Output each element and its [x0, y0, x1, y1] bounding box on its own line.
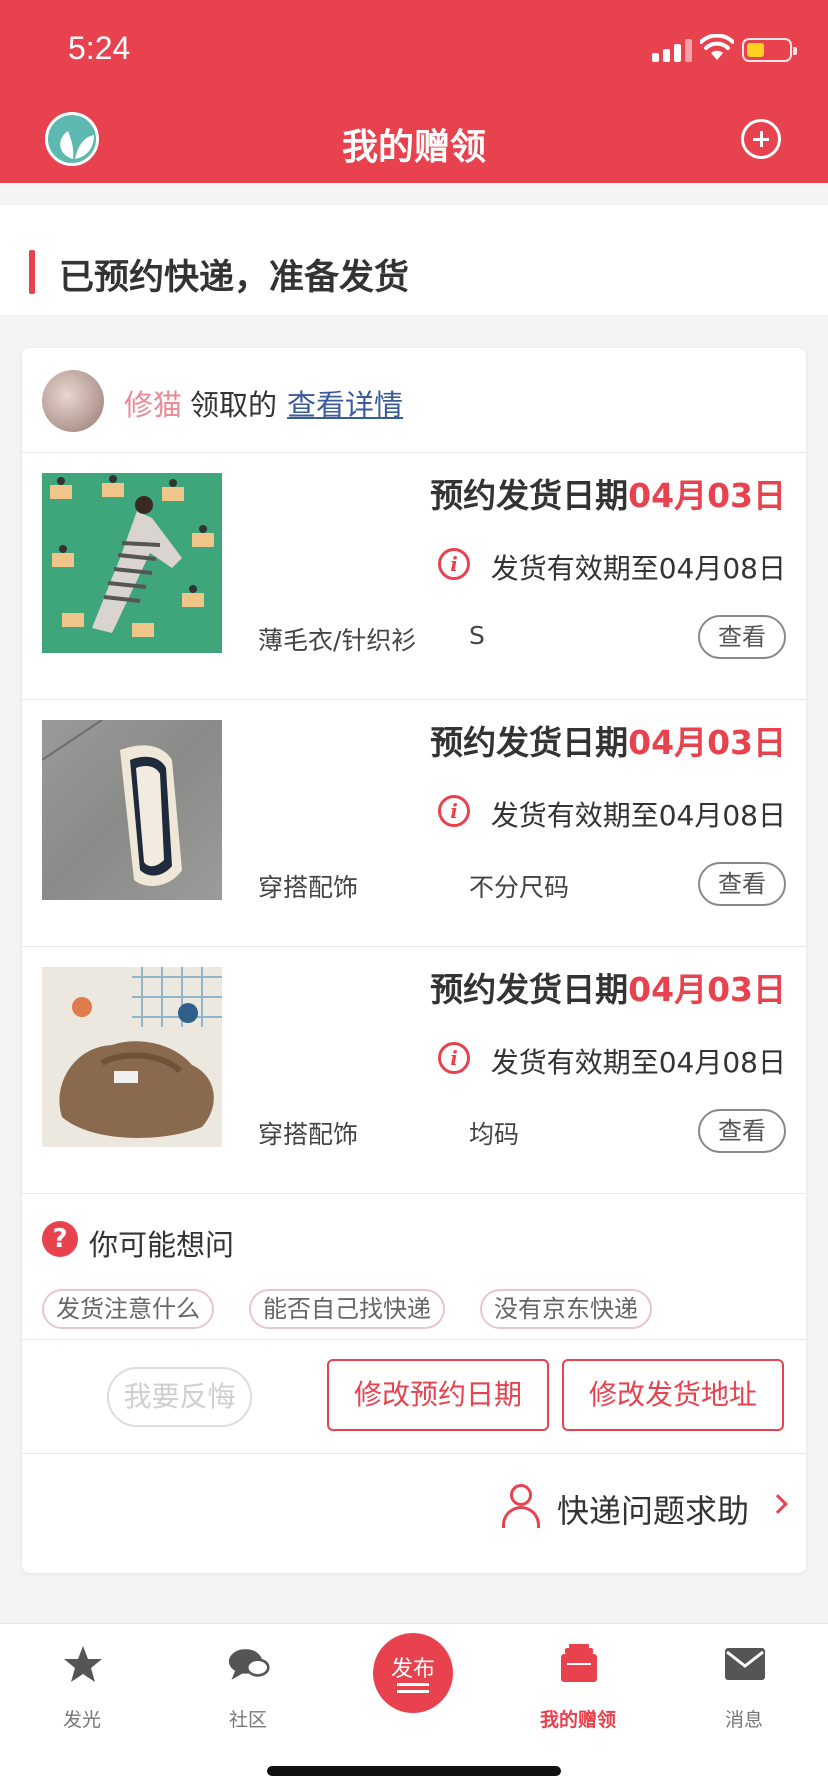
status-time: 5:24: [68, 30, 131, 66]
star-icon: [64, 1646, 102, 1682]
item-thumbnail[interactable]: [42, 967, 222, 1147]
claimer-name[interactable]: 修猫: [124, 388, 182, 422]
tab-community[interactable]: 社区: [178, 1624, 318, 1734]
view-button[interactable]: 查看: [698, 1109, 786, 1153]
person-icon: [502, 1484, 540, 1530]
app-header: 5:24 我的赠领: [0, 0, 828, 183]
item-size: 不分尺码: [469, 873, 570, 902]
nav-bar: 我的赠领: [0, 96, 828, 183]
item-category: 薄毛衣/针织衫: [258, 626, 417, 655]
battery-icon: [742, 38, 797, 62]
section-accent-bar: [29, 250, 35, 294]
list-item: 预约发货日期04月03日 i 发货有效期至04月08日 薄毛衣/针织衫 S 查看: [22, 453, 806, 700]
envelope-icon: [725, 1648, 765, 1680]
item-category: 穿搭配饰: [258, 1120, 359, 1149]
question-icon: ?: [42, 1221, 78, 1257]
action-buttons-row: 我要反悔 修改预约日期 修改发货地址: [22, 1340, 806, 1454]
section-title: 已预约快递，准备发货: [59, 258, 410, 298]
info-icon: i: [438, 1042, 470, 1074]
add-circle-icon[interactable]: [741, 119, 781, 159]
order-card: 修猫 领取的 查看详情 预约发货日期04月03日 i 发货有效期至04月08日 薄毛…: [22, 348, 806, 1573]
info-icon: i: [438, 795, 470, 827]
faq-section: ? 你可能想问 发货注意什么 能否自己找快递 没有京东快递: [22, 1195, 806, 1340]
tab-label: 发光: [62, 1709, 101, 1731]
menu-lines-icon: [397, 1683, 429, 1686]
view-details-link[interactable]: 查看详情: [287, 388, 403, 422]
publish-label: 发布: [390, 1657, 435, 1682]
scheduled-ship-date: 预约发货日期04月03日: [430, 970, 786, 1009]
ship-validity-text: 发货有效期至04月08日: [490, 799, 786, 832]
status-bar: 5:24: [0, 0, 828, 96]
view-button[interactable]: 查看: [698, 862, 786, 906]
tab-label: 社区: [228, 1709, 267, 1731]
wifi-icon: [700, 34, 734, 60]
claimer-action-text: 领取的: [190, 388, 278, 422]
faq-chip[interactable]: 能否自己找快递: [249, 1289, 445, 1329]
item-category: 穿搭配饰: [258, 873, 359, 902]
cellular-signal-icon: [652, 38, 696, 62]
info-icon: i: [438, 548, 470, 580]
scheduled-ship-date: 预约发货日期04月03日: [430, 476, 786, 515]
shipping-help-label: 快递问题求助: [557, 1492, 750, 1530]
tab-label: 我的赠领: [539, 1709, 616, 1731]
tab-label: 消息: [724, 1709, 763, 1731]
faq-chip[interactable]: 没有京东快递: [480, 1289, 652, 1329]
tab-messages[interactable]: 消息: [674, 1624, 814, 1734]
page-title: 我的赠领: [341, 127, 486, 168]
change-date-button[interactable]: 修改预约日期: [327, 1359, 549, 1431]
shipping-help-row[interactable]: 快递问题求助: [22, 1454, 806, 1573]
item-size: 均码: [469, 1120, 520, 1149]
gift-box-icon: [561, 1644, 597, 1682]
tab-faguang[interactable]: 发光: [12, 1624, 152, 1734]
item-thumbnail[interactable]: [42, 720, 222, 900]
ship-validity-text: 发货有效期至04月08日: [490, 1046, 786, 1079]
tab-my-gifts[interactable]: 我的赠领: [508, 1624, 648, 1734]
chevron-right-icon: [768, 1494, 788, 1514]
ship-validity-text: 发货有效期至04月08日: [490, 552, 786, 585]
faq-title: 你可能想问: [89, 1228, 235, 1262]
avatar[interactable]: [42, 370, 104, 432]
regret-button[interactable]: 我要反悔: [107, 1367, 252, 1427]
scheduled-ship-date: 预约发货日期04月03日: [430, 723, 786, 762]
chat-bubbles-icon: [228, 1649, 270, 1680]
item-size: S: [469, 621, 485, 650]
publish-button[interactable]: 发布: [373, 1633, 453, 1713]
list-item: 预约发货日期04月03日 i 发货有效期至04月08日 穿搭配饰 均码 查看: [22, 947, 806, 1194]
home-indicator[interactable]: [267, 1766, 561, 1776]
faq-chip[interactable]: 发货注意什么: [42, 1289, 214, 1329]
change-address-button[interactable]: 修改发货地址: [562, 1359, 784, 1431]
view-button[interactable]: 查看: [698, 615, 786, 659]
claimer-row: 修猫 领取的 查看详情: [22, 348, 806, 453]
claimer-info: 修猫 领取的 查看详情: [124, 382, 403, 424]
item-thumbnail[interactable]: [42, 473, 222, 653]
list-item: 预约发货日期04月03日 i 发货有效期至04月08日 穿搭配饰 不分尺码 查看: [22, 700, 806, 947]
